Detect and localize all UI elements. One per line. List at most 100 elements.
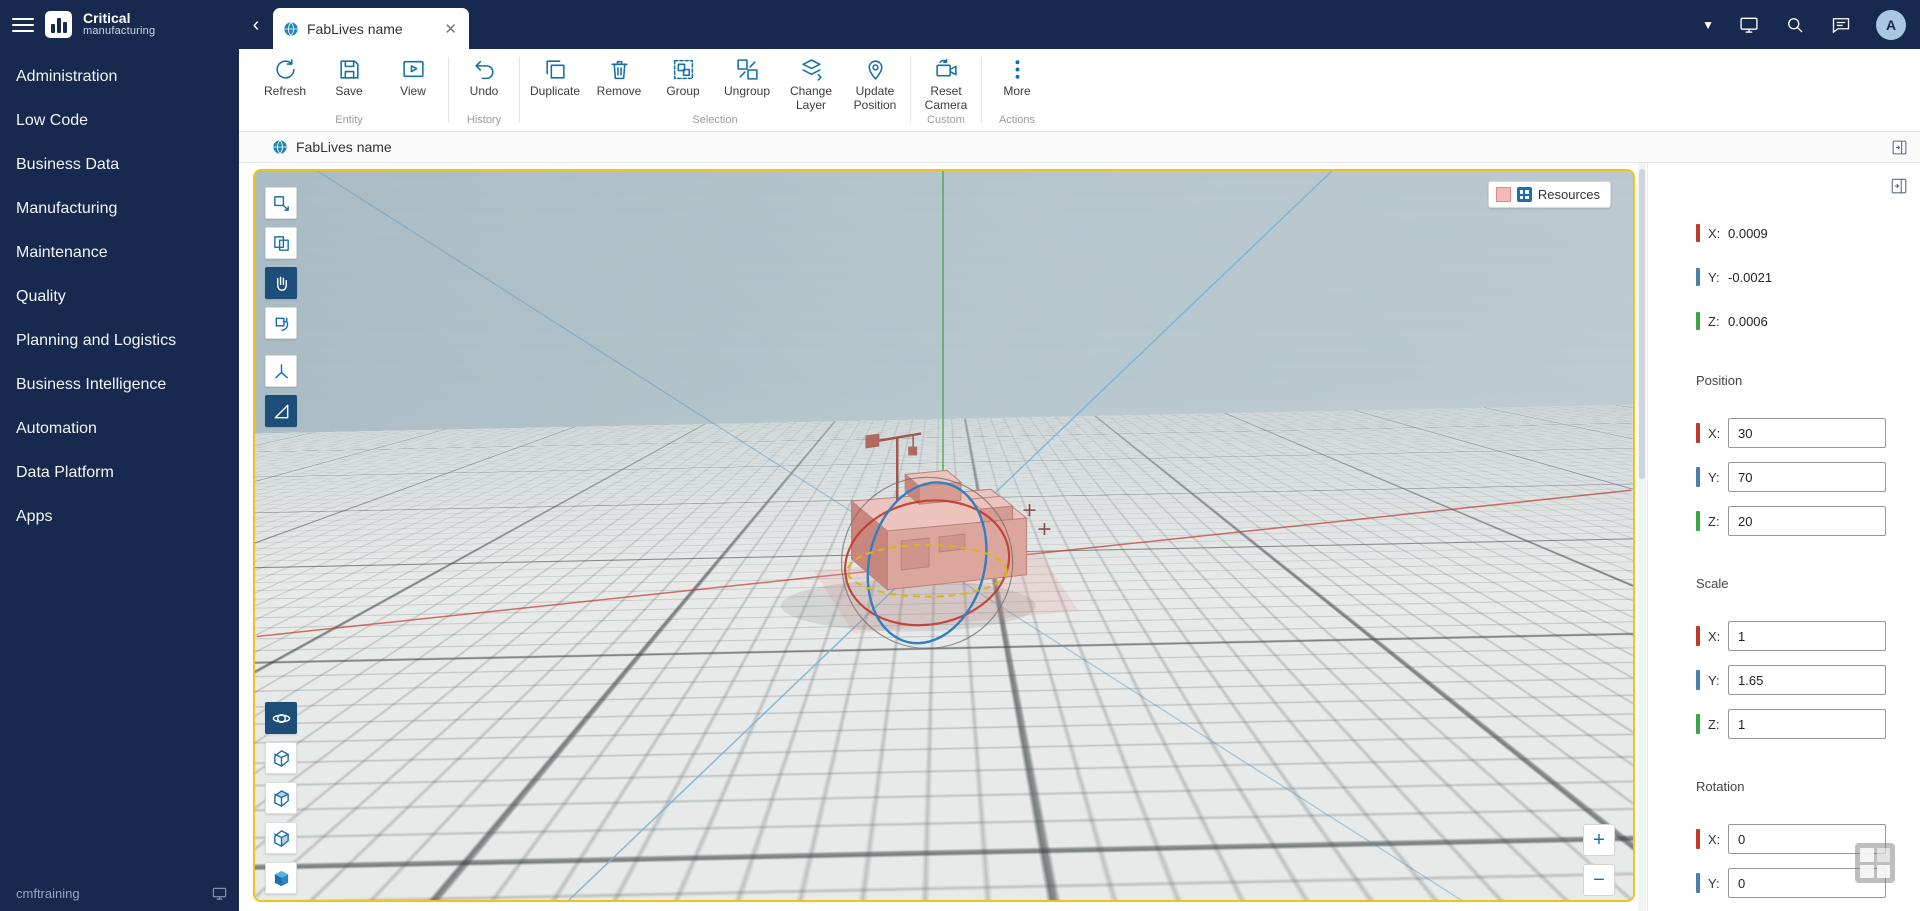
axis-x-label: X:: [1708, 629, 1728, 644]
solid-view-button[interactable]: [265, 822, 297, 854]
resources-legend[interactable]: Resources: [1488, 181, 1611, 208]
axis-y-label: Y:: [1708, 270, 1728, 285]
active-tab[interactable]: FabLives name ✕: [273, 8, 469, 49]
ungroup-button[interactable]: Ungroup: [715, 57, 779, 114]
tab-close-icon[interactable]: ✕: [442, 20, 459, 38]
change-layer-button[interactable]: Change Layer: [779, 57, 843, 114]
position-y-row: Y:: [1696, 462, 1920, 492]
scale-x-input[interactable]: [1728, 621, 1886, 651]
refresh-button[interactable]: Refresh: [253, 57, 317, 114]
duplicate-tool-button[interactable]: [265, 227, 297, 259]
position-y-input[interactable]: [1728, 462, 1886, 492]
globe-icon: [283, 21, 299, 37]
duplicate-tool-icon: [272, 234, 291, 253]
axis-y-label: Y:: [1708, 470, 1728, 485]
remove-icon: [607, 57, 632, 82]
rotation-y-input[interactable]: [1728, 868, 1886, 898]
resource-color-swatch: [1496, 187, 1511, 202]
axis-z-label: Z:: [1708, 514, 1728, 529]
hamburger-menu-icon[interactable]: [12, 18, 34, 32]
legend-label: Resources: [1538, 187, 1600, 202]
back-chevron-icon[interactable]: ‹: [239, 15, 273, 35]
sidebar-item-administration[interactable]: Administration: [0, 55, 239, 99]
wireframe-view-button[interactable]: [265, 742, 297, 774]
main-column: ‹ FabLives name ✕ ▼: [239, 0, 1920, 911]
sidebar-item-quality[interactable]: Quality: [0, 275, 239, 319]
viewport-tools-bottom: [265, 702, 297, 894]
rotate-tool-button[interactable]: [265, 307, 297, 339]
axis-x-label: X:: [1708, 426, 1728, 441]
ribbon-divider: [910, 57, 911, 123]
sidebar-footer: cmftraining: [16, 886, 227, 901]
duplicate-button[interactable]: Duplicate: [523, 57, 587, 114]
group-button[interactable]: Group: [651, 57, 715, 114]
inspector-scrollbar[interactable]: [1638, 163, 1646, 911]
wireframe-cube-icon: [272, 749, 291, 768]
axis-y-bar: [1696, 670, 1700, 690]
solid-cube-icon: [272, 829, 291, 848]
scale-z-input[interactable]: [1728, 709, 1886, 739]
scale-x-row: X:: [1696, 621, 1920, 651]
more-button[interactable]: More: [985, 57, 1049, 114]
sidebar-item-apps[interactable]: Apps: [0, 495, 239, 539]
coordinate-x-value: 0.0009: [1728, 226, 1768, 241]
ungroup-icon: [735, 57, 760, 82]
breadcrumb: FabLives name: [239, 132, 1920, 163]
zoom-in-button[interactable]: +: [1583, 824, 1615, 856]
sidebar-item-low-code[interactable]: Low Code: [0, 99, 239, 143]
sidebar-item-automation[interactable]: Automation: [0, 407, 239, 451]
zoom-out-button[interactable]: −: [1583, 864, 1615, 896]
reset-camera-button[interactable]: Reset Camera: [914, 57, 978, 114]
position-z-input[interactable]: [1728, 506, 1886, 536]
update-position-button[interactable]: Update Position: [843, 57, 907, 114]
more-icon: [1005, 57, 1030, 82]
position-x-input[interactable]: [1728, 418, 1886, 448]
group-label-custom: Custom: [914, 114, 978, 131]
ribbon-group-actions: More Actions: [985, 49, 1049, 131]
axes-tool-button[interactable]: [265, 355, 297, 387]
remove-button[interactable]: Remove: [587, 57, 651, 114]
refresh-icon: [273, 57, 298, 82]
axis-z-bar: [1696, 511, 1700, 531]
sidebar-item-manufacturing[interactable]: Manufacturing: [0, 187, 239, 231]
orbit-tool-button[interactable]: [265, 702, 297, 734]
axis-y-bar: [1696, 467, 1700, 487]
rotation-x-input[interactable]: [1728, 824, 1886, 854]
select-tool-button[interactable]: [265, 187, 297, 219]
sidebar-item-data-platform[interactable]: Data Platform: [0, 451, 239, 495]
sidebar-item-business-data[interactable]: Business Data: [0, 143, 239, 187]
brand-subtitle: manufacturing: [83, 26, 155, 38]
scale-y-input[interactable]: [1728, 665, 1886, 695]
3d-viewport[interactable]: Resources + −: [253, 169, 1635, 902]
measure-tool-icon: [272, 402, 291, 421]
screen-capture-icon[interactable]: [1738, 14, 1760, 36]
rotation-section: Rotation X: Y:: [1696, 779, 1920, 898]
update-position-icon: [863, 57, 888, 82]
undo-button[interactable]: Undo: [452, 57, 516, 114]
collapse-panel-button[interactable]: [1890, 177, 1908, 198]
tab-list-caret-icon[interactable]: ▼: [1702, 18, 1714, 32]
group-icon: [671, 57, 696, 82]
avatar[interactable]: A: [1876, 10, 1906, 40]
shaded-view-button[interactable]: [265, 782, 297, 814]
sidebar-item-business-intelligence[interactable]: Business Intelligence: [0, 363, 239, 407]
axis-y-bar: [1696, 873, 1700, 893]
scrollbar-thumb[interactable]: [1639, 169, 1645, 479]
pan-tool-button[interactable]: [265, 267, 297, 299]
rotation-y-row: Y:: [1696, 868, 1920, 898]
sidebar-item-planning-and-logistics[interactable]: Planning and Logistics: [0, 319, 239, 363]
pan-tool-icon: [272, 274, 291, 293]
ribbon-divider: [519, 57, 520, 123]
sidebar-item-maintenance[interactable]: Maintenance: [0, 231, 239, 275]
view-icon: [401, 57, 426, 82]
chat-icon[interactable]: [1830, 14, 1852, 36]
measure-tool-button[interactable]: [265, 395, 297, 427]
search-icon[interactable]: [1784, 14, 1806, 36]
3d-view-button[interactable]: [265, 862, 297, 894]
save-button[interactable]: Save: [317, 57, 381, 114]
view-button[interactable]: View: [381, 57, 445, 114]
axis-x-label: X:: [1708, 832, 1728, 847]
coordinate-z-row: Z: 0.0006: [1696, 309, 1920, 333]
scale-section-title: Scale: [1696, 576, 1920, 591]
open-panel-icon[interactable]: [1891, 139, 1908, 156]
